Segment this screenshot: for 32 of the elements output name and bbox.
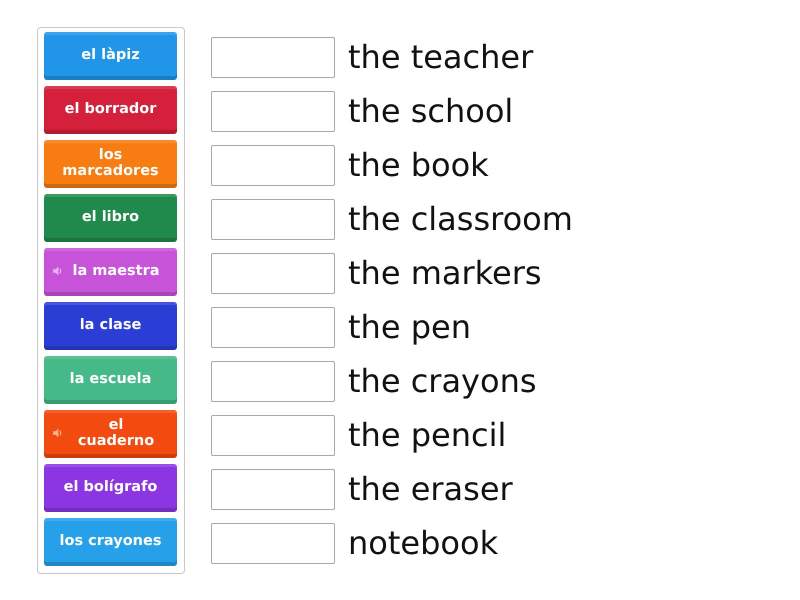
prompt-text: the teacher [348,38,534,76]
prompt-text: the eraser [348,470,513,508]
prompt-text: the classroom [348,200,573,238]
speaker-icon[interactable] [53,428,63,438]
word-tile[interactable]: los crayones [44,518,177,566]
answer-box[interactable] [211,522,335,564]
word-tile[interactable]: el cuaderno [44,410,177,458]
word-tile[interactable]: el bolígrafo [44,464,177,512]
prompt-text: the school [348,92,514,130]
prompt-text: the pen [348,308,471,346]
prompt-text: notebook [348,524,498,562]
word-tile[interactable]: el libro [44,194,177,242]
word-tile[interactable]: los marcadores [44,140,177,188]
word-tile[interactable]: la clase [44,302,177,350]
word-tile[interactable]: el borrador [44,86,177,134]
word-tile[interactable]: la escuela [44,356,177,404]
prompt-text: the book [348,146,489,184]
speaker-icon[interactable] [53,266,63,276]
answer-box[interactable] [211,468,335,510]
answer-box[interactable] [211,306,335,348]
answer-box[interactable] [211,198,335,240]
answer-box[interactable] [211,414,335,456]
answer-box[interactable] [211,36,335,78]
prompt-text: the crayons [348,362,537,400]
answer-box[interactable] [211,252,335,294]
answer-box[interactable] [211,144,335,186]
prompt-text: the markers [348,254,542,292]
answer-box[interactable] [211,90,335,132]
word-tile[interactable]: el làpiz [44,32,177,80]
prompt-text: the pencil [348,416,506,454]
answer-box[interactable] [211,360,335,402]
word-tile[interactable]: la maestra [44,248,177,296]
